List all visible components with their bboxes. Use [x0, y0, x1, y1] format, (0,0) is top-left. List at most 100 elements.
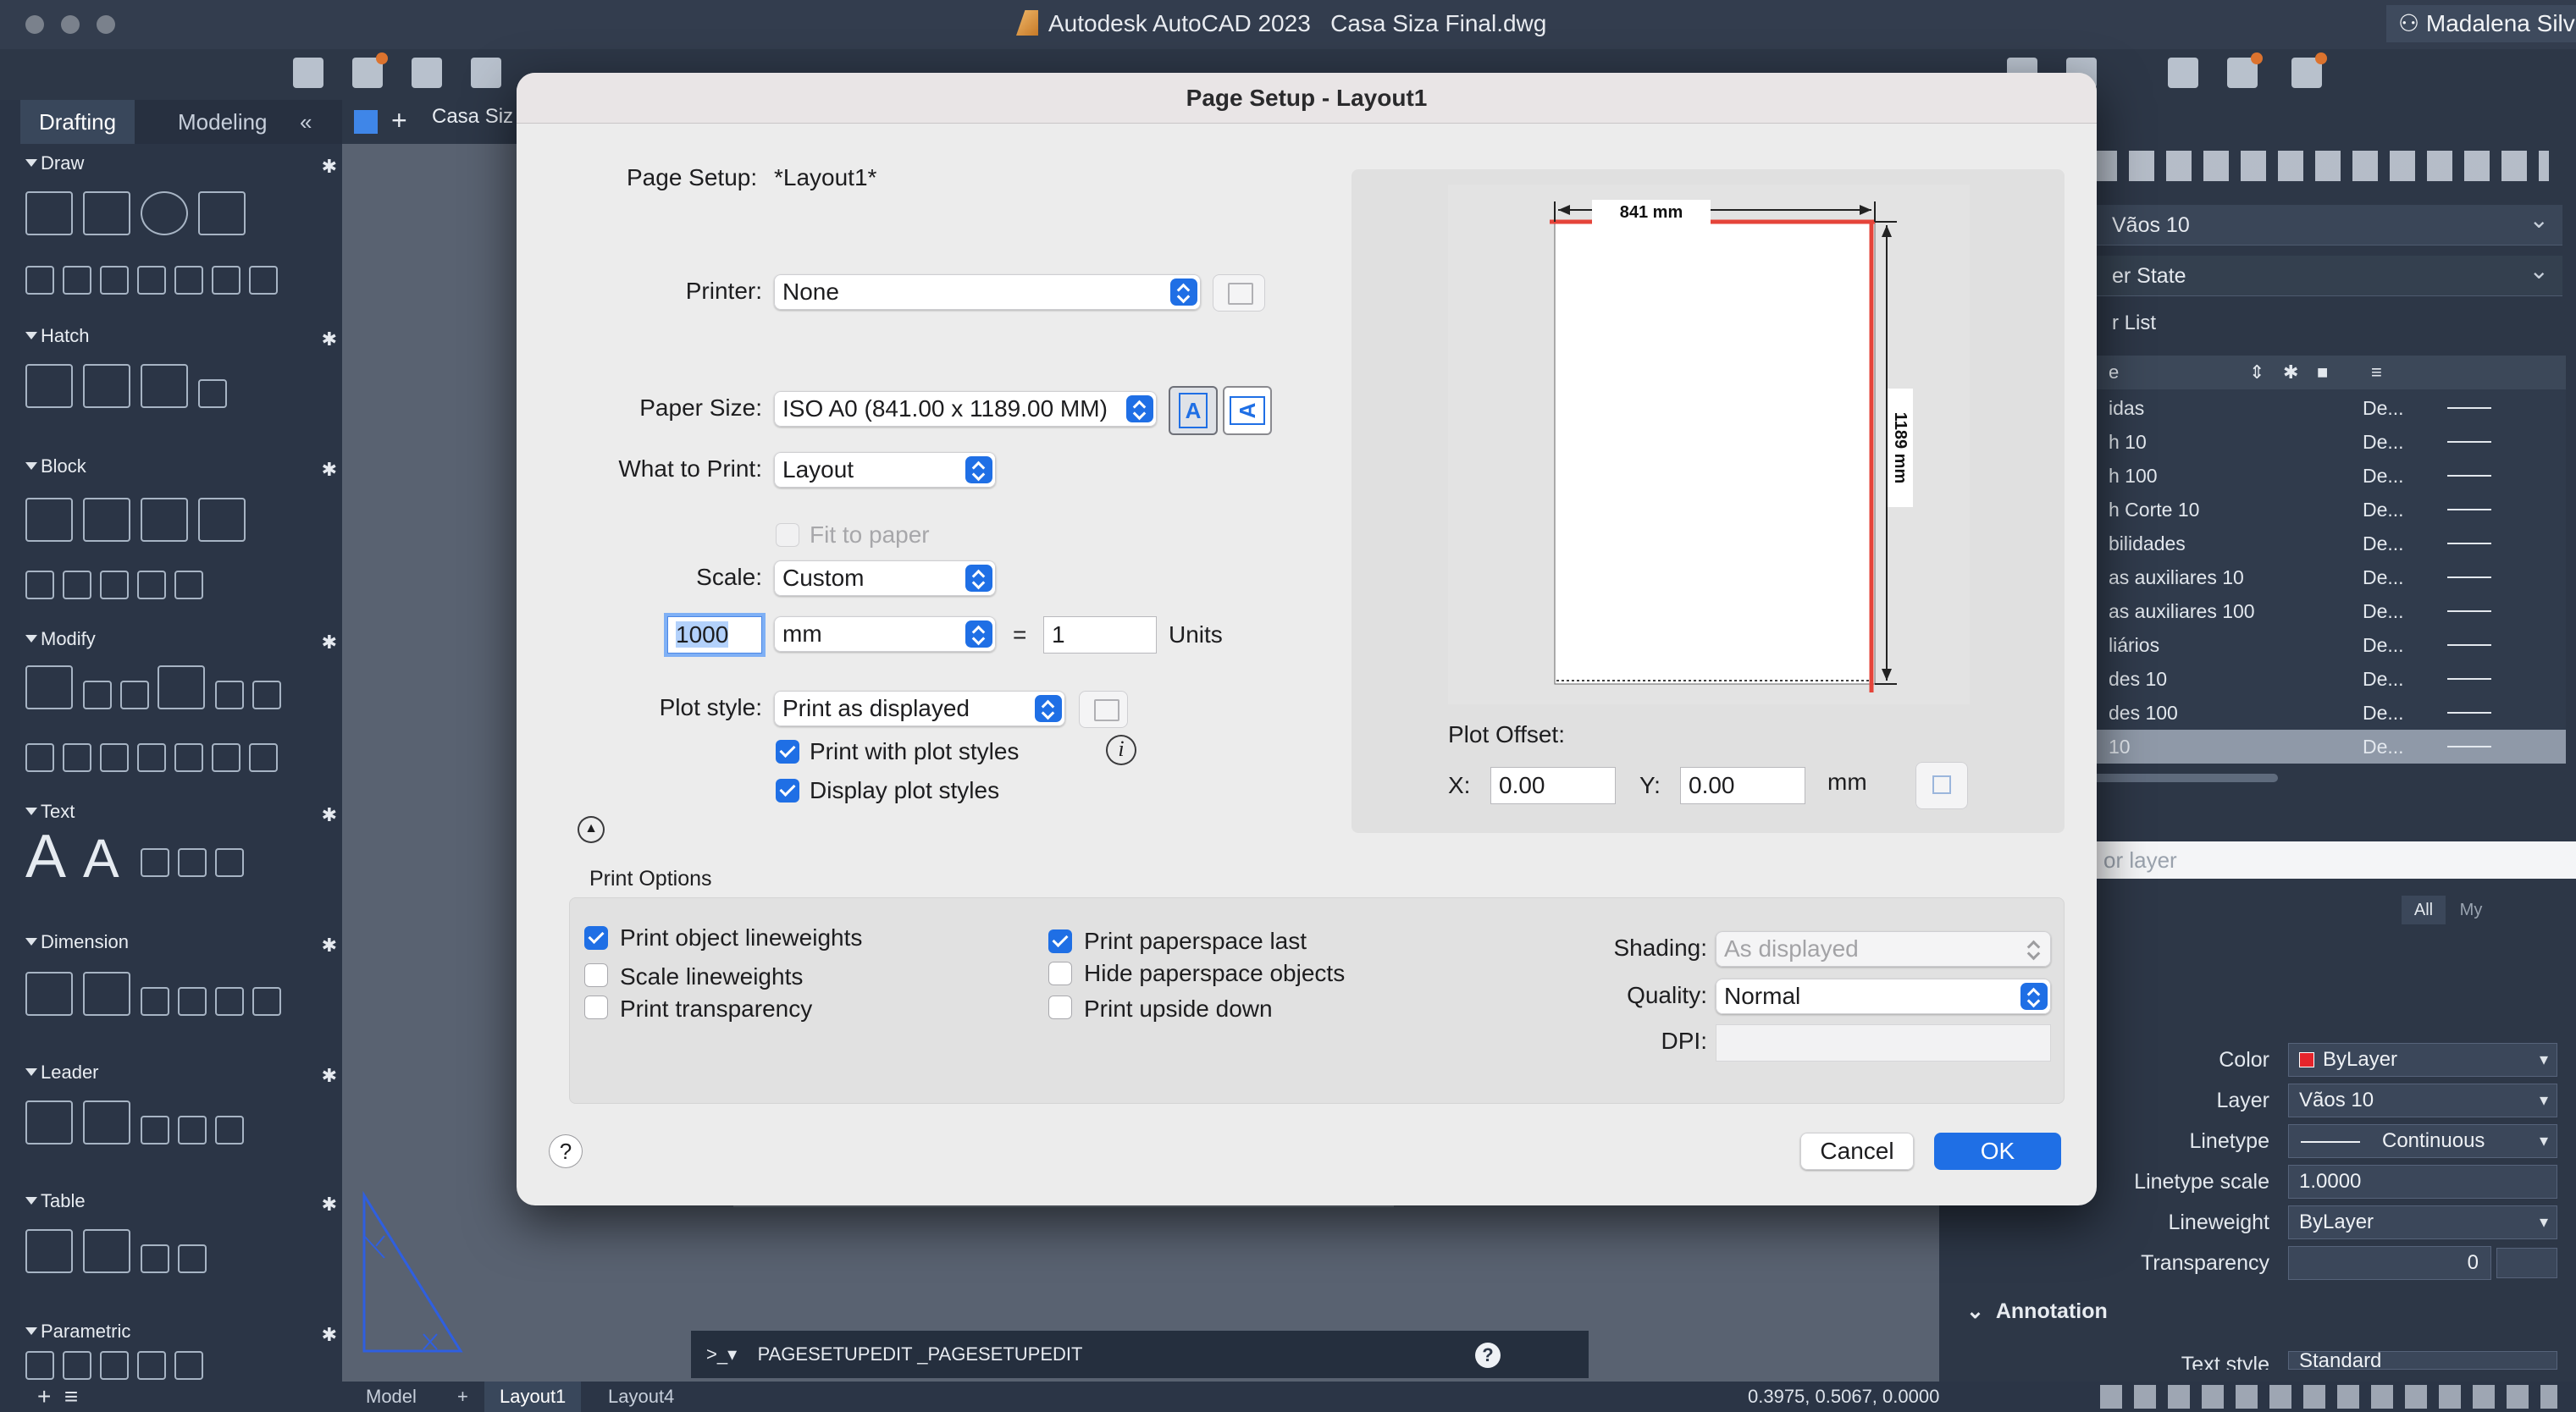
section-dimension[interactable]: Dimension ✱ — [20, 928, 342, 957]
color-dropdown[interactable]: ByLayer — [2288, 1043, 2557, 1077]
modify-tool-icon[interactable] — [137, 743, 166, 772]
print-with-plot-styles-checkbox[interactable] — [776, 740, 799, 764]
print-upside-down-checkbox[interactable] — [1048, 996, 1072, 1019]
list-item[interactable]: h 100 De... — [2092, 459, 2566, 493]
multileader-icon[interactable] — [25, 1100, 73, 1144]
section-block[interactable]: Block ✱ — [20, 452, 342, 481]
portrait-orientation-button[interactable]: A — [1169, 386, 1218, 435]
polyline-tool-icon[interactable] — [83, 191, 130, 235]
section-modify[interactable]: Modify ✱ — [20, 625, 342, 654]
layer-dropdown[interactable]: Vãos 10 — [2288, 1084, 2557, 1117]
section-text[interactable]: Text ✱ — [20, 797, 342, 826]
tab-modeling[interactable]: Modeling — [159, 100, 286, 144]
save-icon[interactable] — [412, 58, 442, 88]
print-object-lineweights-checkbox[interactable] — [584, 926, 608, 950]
info-icon[interactable]: i — [1106, 735, 1136, 765]
line-tool-icon[interactable] — [25, 191, 73, 235]
open-file-icon[interactable] — [352, 52, 388, 88]
dimension-tool-icon[interactable] — [215, 987, 244, 1016]
ok-button[interactable]: OK — [1934, 1133, 2061, 1170]
command-help-icon[interactable]: ? — [1475, 1343, 1501, 1368]
current-layer-dropdown[interactable]: Vãos 10 — [2092, 200, 2562, 245]
lineweight-dropdown[interactable]: ByLayer — [2288, 1205, 2557, 1239]
list-item[interactable]: liários De... — [2092, 628, 2566, 662]
print-paperspace-last-checkbox[interactable] — [1048, 929, 1072, 953]
block-tool-icon[interactable] — [63, 571, 91, 599]
arc-tool-icon[interactable] — [25, 266, 54, 295]
aligned-dimension-icon[interactable] — [83, 972, 130, 1016]
save-as-icon[interactable] — [471, 58, 501, 88]
gradient-tool-icon[interactable] — [141, 364, 188, 408]
transparency-options-icon[interactable] — [2496, 1248, 2557, 1278]
insert-block-icon[interactable] — [25, 498, 73, 542]
tab-model[interactable]: Model — [351, 1382, 432, 1412]
gear-icon[interactable]: ✱ — [322, 628, 337, 657]
tab-layout1[interactable]: Layout1 — [484, 1382, 582, 1412]
display-plot-styles-checkbox[interactable] — [776, 779, 799, 803]
move-tool-icon[interactable] — [25, 665, 73, 709]
section-hatch[interactable]: Hatch ✱ — [20, 322, 342, 350]
horizontal-scrollbar[interactable] — [2092, 774, 2278, 782]
gear-icon[interactable]: ✱ — [322, 1321, 337, 1349]
tab-layout4[interactable]: Layout4 — [593, 1382, 689, 1412]
printer-select[interactable]: None — [774, 274, 1201, 310]
find-text-icon[interactable] — [215, 848, 244, 877]
constraint-tool-icon[interactable] — [25, 1351, 54, 1380]
list-item[interactable]: des 10 De... — [2092, 662, 2566, 696]
section-parametric[interactable]: Parametric ✱ — [20, 1317, 342, 1346]
circle-tool-icon[interactable] — [141, 191, 188, 235]
constraint-tool-icon[interactable] — [100, 1351, 129, 1380]
gear-icon[interactable]: ✱ — [322, 801, 337, 830]
plot-style-edit-button[interactable] — [1079, 691, 1128, 728]
ellipse-tool-icon[interactable] — [174, 266, 203, 295]
table-tool-icon[interactable] — [141, 1244, 169, 1273]
modify-tool-icon[interactable] — [212, 743, 240, 772]
hatch-tool-icon[interactable] — [25, 364, 73, 408]
scale-unit-select[interactable]: mm — [774, 616, 996, 652]
x-offset-input[interactable]: 0.00 — [1490, 767, 1616, 804]
table-edit-icon[interactable] — [83, 1229, 130, 1273]
grid-view-icon[interactable] — [354, 110, 378, 134]
constraint-tool-icon[interactable] — [174, 1351, 203, 1380]
region-tool-icon[interactable] — [198, 379, 227, 408]
text-style-icon[interactable] — [141, 848, 169, 877]
transparency-slider[interactable]: 0 — [2288, 1246, 2491, 1280]
dimension-tool-icon[interactable] — [252, 987, 281, 1016]
tab-drafting[interactable]: Drafting — [20, 100, 135, 144]
layer-state-dropdown[interactable]: er State — [2092, 251, 2562, 296]
gear-icon[interactable]: ✱ — [322, 1190, 337, 1219]
modify-tool-icon[interactable] — [25, 743, 54, 772]
landscape-orientation-button[interactable]: A — [1223, 386, 1272, 435]
minimize-window-button[interactable] — [61, 15, 80, 34]
ray-tool-icon[interactable] — [137, 266, 166, 295]
collapse-palette-icon[interactable]: « — [291, 100, 320, 144]
array-tool-icon[interactable] — [252, 681, 281, 709]
multiline-text-icon[interactable]: A — [25, 826, 73, 887]
list-item-selected[interactable]: 10 De... — [2092, 730, 2566, 764]
layer-tool-icons[interactable] — [2092, 151, 2549, 181]
spell-check-icon[interactable] — [178, 848, 207, 877]
help-button[interactable]: ? — [549, 1134, 583, 1168]
leader-tool-icon[interactable] — [215, 1116, 244, 1144]
zoom-window-button[interactable] — [97, 15, 115, 34]
gear-icon[interactable]: ✱ — [322, 1062, 337, 1090]
edit-block-icon[interactable] — [141, 498, 188, 542]
rectangle-tool-icon[interactable] — [198, 191, 246, 235]
dimension-tool-icon[interactable] — [178, 987, 207, 1016]
scale-lineweights-checkbox[interactable] — [584, 963, 608, 987]
modify-tool-icon[interactable] — [63, 743, 91, 772]
table-tool-icon[interactable] — [178, 1244, 207, 1273]
dpi-input[interactable] — [1716, 1024, 2051, 1062]
linetype-dropdown[interactable]: Continuous — [2288, 1124, 2557, 1158]
linear-dimension-icon[interactable] — [25, 972, 73, 1016]
block-tool-icon[interactable] — [137, 571, 166, 599]
block-tool-icon[interactable] — [174, 571, 203, 599]
cancel-button[interactable]: Cancel — [1800, 1133, 1914, 1170]
section-leader[interactable]: Leader ✱ — [20, 1058, 342, 1087]
dimension-tool-icon[interactable] — [141, 987, 169, 1016]
section-table[interactable]: Table ✱ — [20, 1187, 342, 1216]
list-item[interactable]: as auxiliares 100 De... — [2092, 594, 2566, 628]
block-tool-icon[interactable] — [100, 571, 129, 599]
filter-all-button[interactable]: All — [2402, 896, 2446, 924]
spline-tool-icon[interactable] — [63, 266, 91, 295]
